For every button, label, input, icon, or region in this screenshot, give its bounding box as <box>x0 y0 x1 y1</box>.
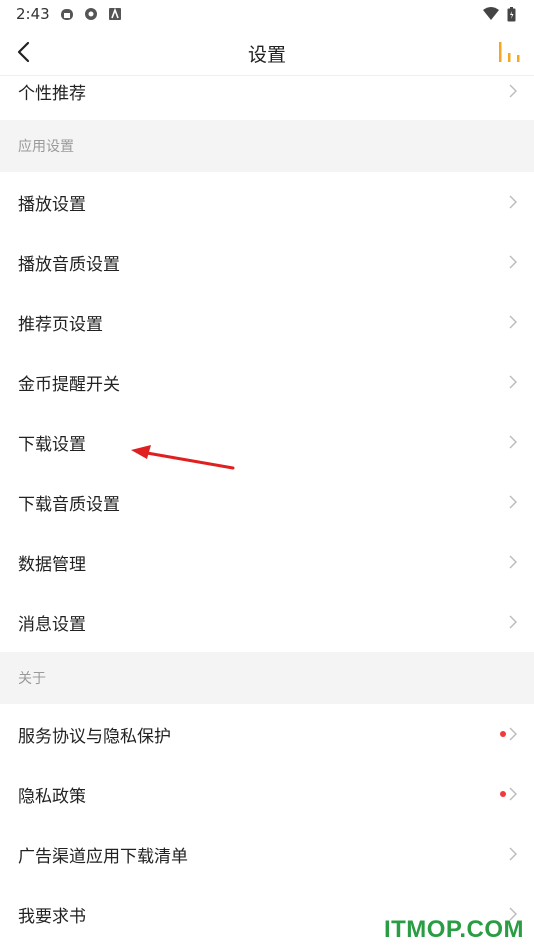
list-item-label: 下载音质设置 <box>18 494 120 515</box>
red-dot-badge <box>500 791 506 797</box>
now-playing-icon[interactable] <box>496 40 522 64</box>
chevron-right-icon <box>509 615 517 629</box>
list-item-download-settings[interactable]: 下载设置 <box>0 412 534 472</box>
red-dot-badge <box>500 731 506 737</box>
sync-icon <box>84 8 97 20</box>
list-item-label: 我要求书 <box>18 906 86 927</box>
chevron-right-icon <box>509 787 517 801</box>
list-item-label: 播放设置 <box>18 194 86 215</box>
list-item-label: 数据管理 <box>18 554 86 575</box>
list-item-coin-reminder[interactable]: 金币提醒开关 <box>0 352 534 412</box>
list-item-service-agreement[interactable]: 服务协议与隐私保护 <box>0 704 534 764</box>
chevron-right-icon <box>509 495 517 509</box>
list-item-label: 推荐页设置 <box>18 314 103 335</box>
battery-icon <box>507 6 516 21</box>
list-item-recommend-page[interactable]: 推荐页设置 <box>0 292 534 352</box>
list-item-label: 服务协议与隐私保护 <box>18 726 171 747</box>
chevron-right-icon <box>509 195 517 209</box>
app-a-icon <box>108 7 121 20</box>
list-item-play-settings[interactable]: 播放设置 <box>0 172 534 232</box>
chevron-right-icon <box>509 555 517 569</box>
list-item-ad-channel-list[interactable]: 广告渠道应用下载清单 <box>0 824 534 884</box>
chevron-right-icon <box>509 315 517 329</box>
chevron-right-icon <box>509 255 517 269</box>
list-item-label: 播放音质设置 <box>18 254 120 275</box>
wifi-icon <box>483 7 499 20</box>
list-item-label: 下载设置 <box>18 434 86 455</box>
chevron-right-icon <box>509 375 517 389</box>
list-item-personal-recommend[interactable]: 个性推荐 <box>0 76 534 120</box>
list-item-download-quality[interactable]: 下载音质设置 <box>0 472 534 532</box>
section-header-app-settings: 应用设置 <box>0 120 534 172</box>
chevron-right-icon <box>509 727 517 741</box>
list-item-play-quality[interactable]: 播放音质设置 <box>0 232 534 292</box>
list-item-label: 金币提醒开关 <box>18 374 120 395</box>
settings-list: 个性推荐 应用设置 播放设置 播放音质设置 推荐页设置 金币提醒开关 下载设置 … <box>0 76 534 944</box>
annotation-arrow-icon <box>131 445 235 470</box>
list-item-label: 隐私政策 <box>18 786 86 807</box>
list-item-label: 消息设置 <box>18 614 86 635</box>
list-item-data-management[interactable]: 数据管理 <box>0 532 534 592</box>
chevron-right-icon <box>509 847 517 861</box>
section-header-about: 关于 <box>0 652 534 704</box>
chevron-right-icon <box>509 435 517 449</box>
list-item-label: 广告渠道应用下载清单 <box>18 846 188 867</box>
status-bar: 2:43 <box>0 0 534 28</box>
list-item-label: 个性推荐 <box>18 83 86 104</box>
app-header: 设置 <box>0 28 534 76</box>
chevron-right-icon <box>509 84 517 98</box>
list-item-privacy-policy[interactable]: 隐私政策 <box>0 764 534 824</box>
notification-icon <box>60 9 73 20</box>
watermark-logo: ITMOP.COM <box>383 916 524 943</box>
page-title: 设置 <box>247 44 286 66</box>
list-item-message-settings[interactable]: 消息设置 <box>0 592 534 652</box>
status-time: 2:43 <box>16 5 50 23</box>
